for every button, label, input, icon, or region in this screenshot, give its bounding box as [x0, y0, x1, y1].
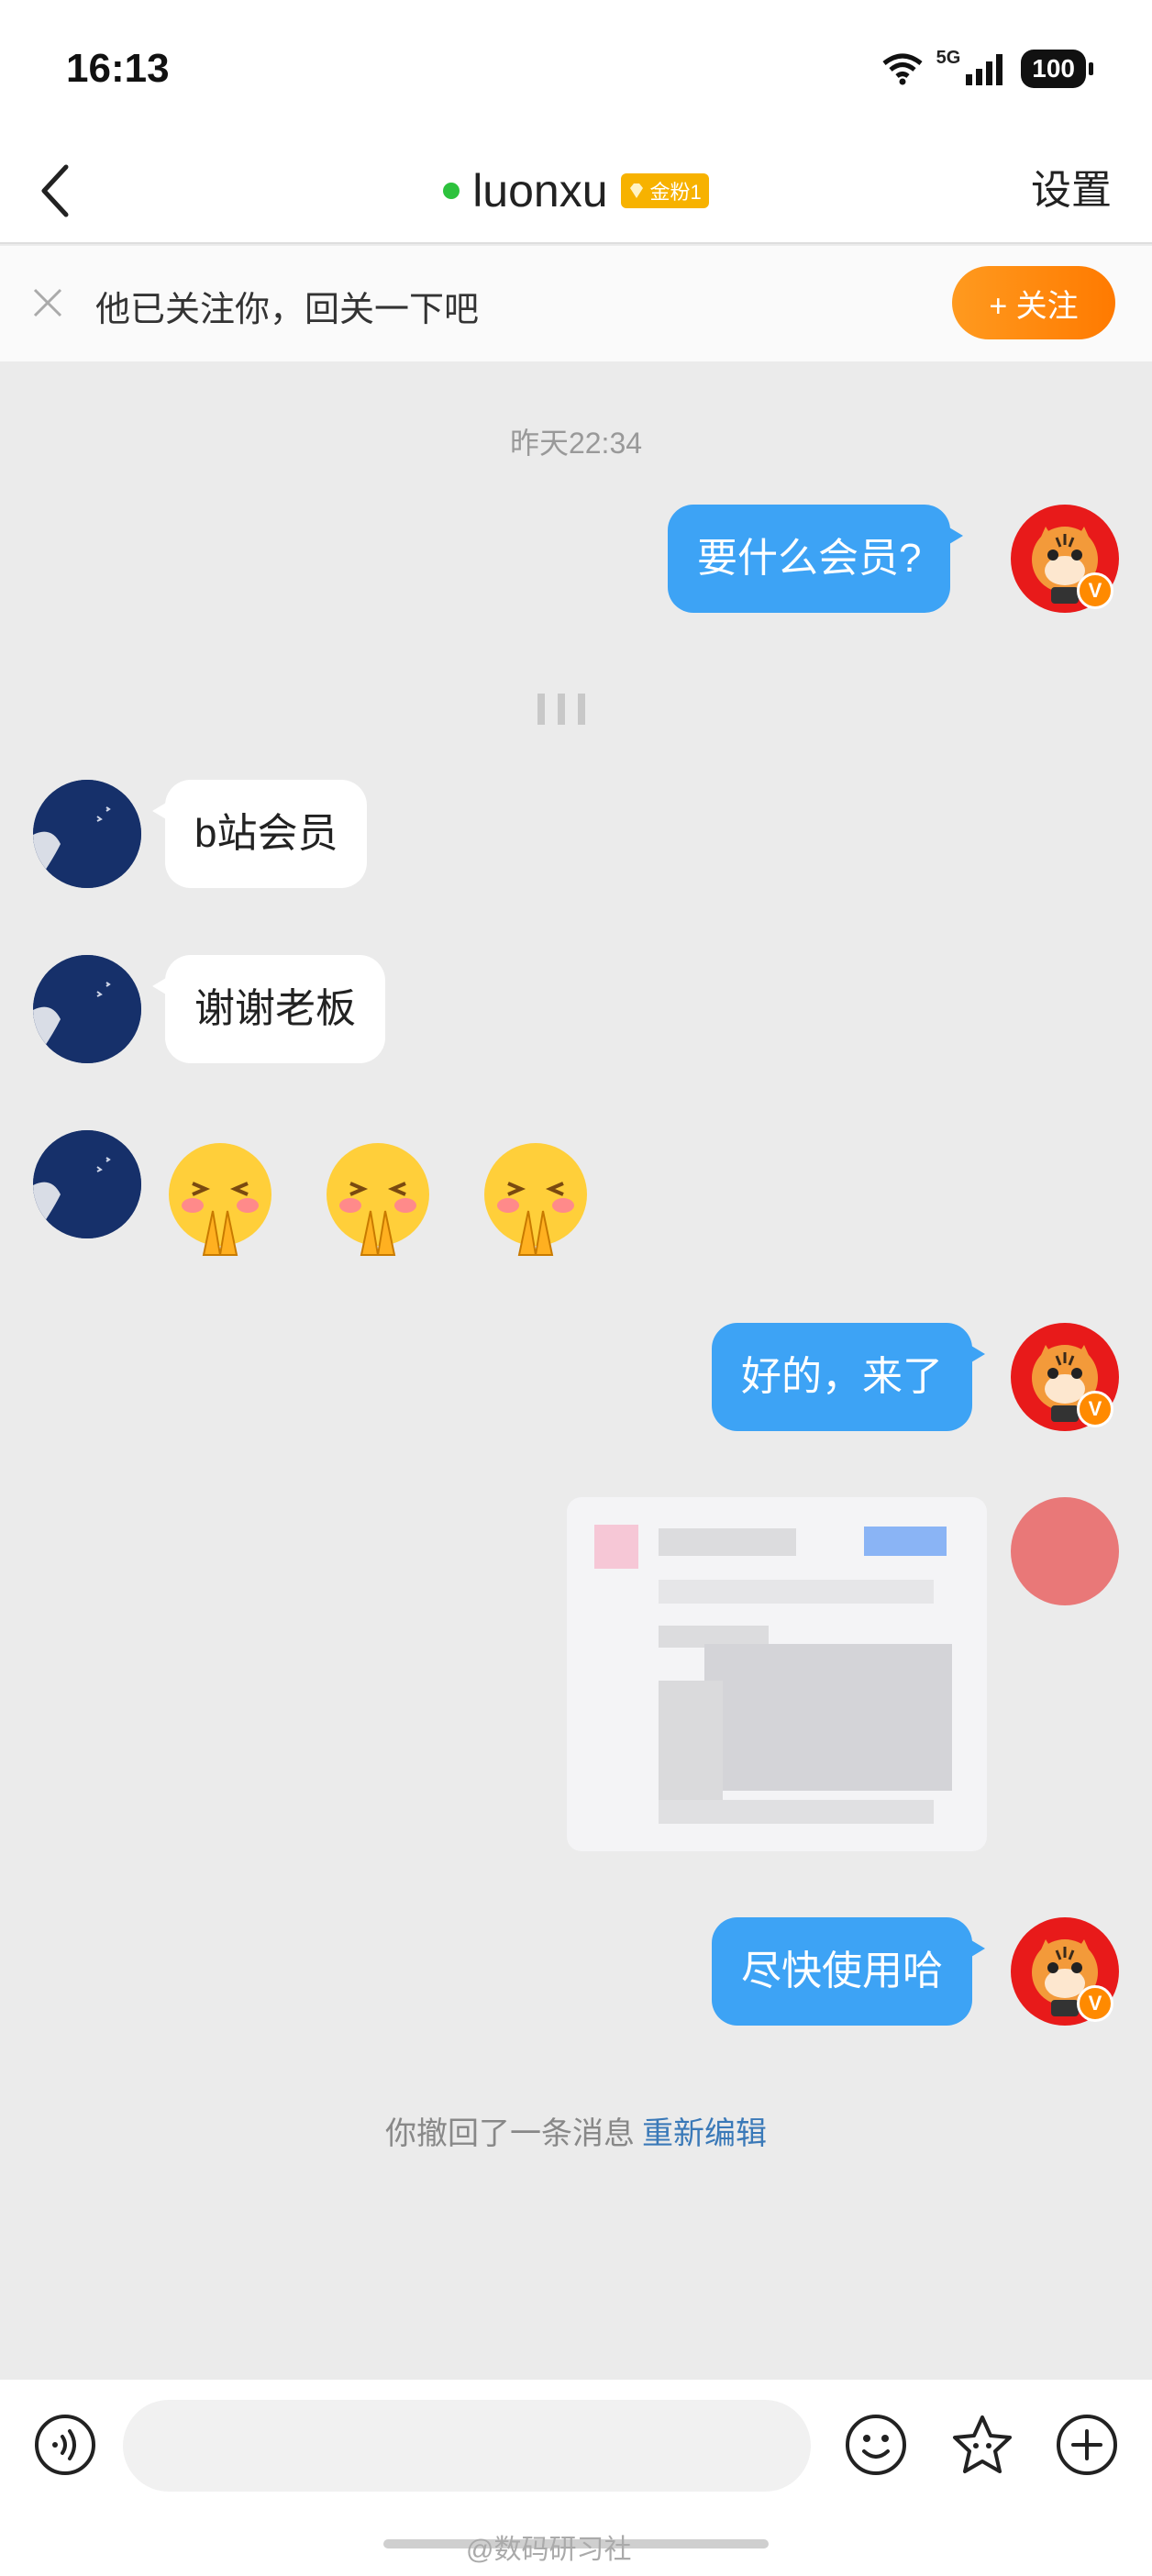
pray-blush-face-icon[interactable] — [160, 1138, 281, 1259]
fan-level-badge: 金粉1 — [620, 173, 709, 208]
image-message-blurred[interactable] — [567, 1497, 987, 1851]
contact-name: luonxu — [472, 165, 608, 217]
verified-badge: V — [1077, 1985, 1113, 2022]
status-icons: 5G 100 — [881, 46, 1093, 92]
recall-notice-text: 你撤回了一条消息 — [385, 2116, 635, 2151]
re-edit-link[interactable]: 重新编辑 — [642, 2116, 767, 2151]
dismiss-button[interactable] — [28, 283, 68, 323]
night-sky-avatar-icon — [33, 1130, 141, 1238]
follow-prompt-bar: 他已关注你，回关一下吧 + 关注 — [0, 246, 1152, 361]
signal-icon — [966, 54, 1003, 85]
plus-icon[interactable] — [1055, 2413, 1119, 2477]
contact-avatar[interactable] — [33, 780, 141, 888]
recall-notice: 你撤回了一条消息 重新编辑 — [0, 2108, 1152, 2153]
message-bubble-received[interactable]: 谢谢老板 — [152, 955, 385, 1063]
pray-blush-face-icon[interactable] — [317, 1138, 438, 1259]
status-bar: 16:13 5G 100 — [0, 0, 1152, 138]
gem-icon — [629, 183, 643, 198]
chat-title: luonxu 金粉1 — [0, 154, 1152, 228]
status-time: 16:13 — [66, 46, 170, 91]
night-sky-avatar-icon — [33, 780, 141, 888]
verified-badge: V — [1077, 1391, 1113, 1427]
fan-level-text: 金粉1 — [649, 181, 702, 204]
message-bubble-sent[interactable]: 尽快使用哈 — [712, 1917, 985, 2026]
close-icon — [33, 288, 62, 317]
settings-button[interactable]: 设置 — [1031, 156, 1112, 226]
message-bubble-sent[interactable]: 要什么会员? — [668, 505, 964, 613]
verified-badge: V — [1077, 572, 1113, 609]
input-bar: @数码研习社 — [0, 2380, 1152, 2576]
network-type: 5G — [936, 47, 961, 68]
wifi-icon — [882, 53, 923, 85]
chat-timestamp: 昨天22:34 — [509, 427, 643, 460]
chat-header: luonxu 金粉1 设置 — [0, 138, 1152, 244]
loading-indicator — [537, 694, 585, 725]
my-avatar-blurred[interactable] — [1011, 1497, 1119, 1605]
message-input[interactable] — [123, 2400, 811, 2492]
contact-avatar[interactable] — [33, 1130, 141, 1238]
message-bubble-received[interactable]: b站会员 — [151, 780, 368, 888]
watermark-text: @数码研习社 — [466, 2535, 632, 2565]
battery-indicator: 100 — [1021, 50, 1093, 88]
message-bubble-sent[interactable]: 好的，来了 — [712, 1323, 985, 1431]
sticker-icon[interactable] — [950, 2413, 1014, 2477]
night-sky-avatar-icon — [33, 955, 141, 1063]
follow-prompt-text: 他已关注你，回关一下吧 — [95, 291, 480, 329]
pray-blush-face-icon[interactable] — [475, 1138, 596, 1259]
voice-input-icon[interactable] — [33, 2413, 97, 2477]
online-status-dot — [443, 183, 460, 199]
follow-back-button[interactable]: + 关注 — [952, 266, 1115, 339]
emoji-icon[interactable] — [844, 2413, 908, 2477]
contact-avatar[interactable] — [33, 955, 141, 1063]
